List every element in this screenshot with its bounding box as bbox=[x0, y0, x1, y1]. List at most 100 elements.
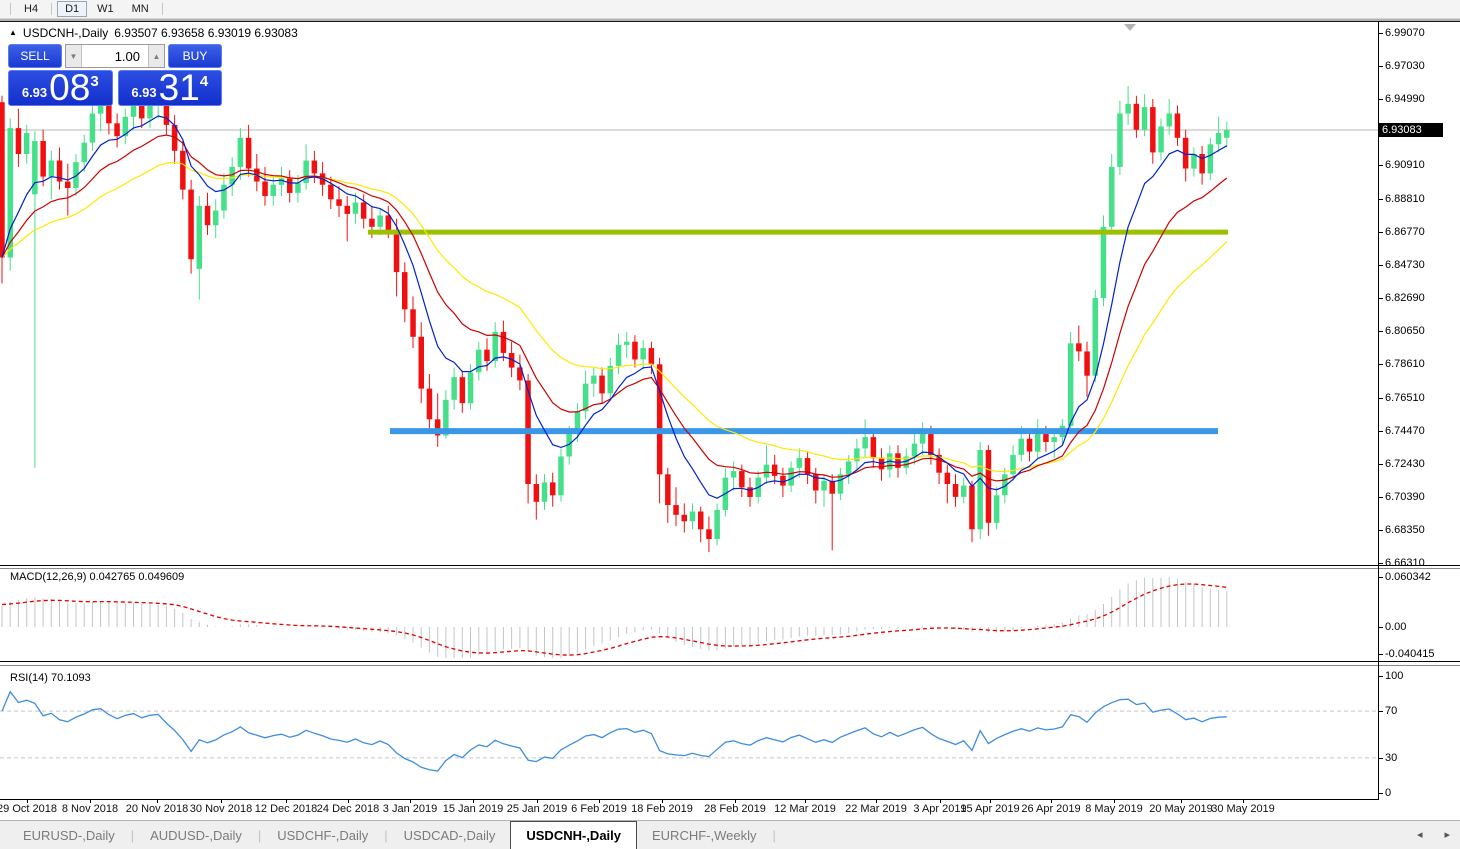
time-axis-label: 26 Apr 2019 bbox=[1021, 803, 1080, 815]
time-axis-label: 24 Dec 2018 bbox=[317, 803, 379, 815]
time-axis-label: 20 May 2019 bbox=[1149, 803, 1213, 815]
current-price-tag: 6.93083 bbox=[1379, 123, 1443, 137]
timeframe-button-h4[interactable]: H4 bbox=[16, 1, 46, 17]
axis-tick bbox=[1379, 298, 1383, 299]
toolbar-separator bbox=[162, 3, 163, 15]
macd-panel-canvas[interactable] bbox=[0, 569, 1378, 661]
axis-tick bbox=[1379, 711, 1383, 712]
axis-label: 6.86770 bbox=[1385, 226, 1425, 238]
chart-tab-usdchf[interactable]: USDCHF-,Daily bbox=[262, 821, 383, 849]
axis-tick bbox=[1379, 497, 1383, 498]
axis-tick bbox=[1379, 431, 1383, 432]
axis-tick bbox=[1379, 364, 1383, 365]
macd-label: MACD(12,26,9) 0.042765 0.049609 bbox=[10, 571, 184, 583]
axis-label: 6.74470 bbox=[1385, 425, 1425, 437]
axis-label: 6.90910 bbox=[1385, 159, 1425, 171]
volume-decrease-icon[interactable]: ▼ bbox=[66, 45, 82, 67]
time-axis-label: 30 May 2019 bbox=[1211, 803, 1275, 815]
axis-tick bbox=[1379, 530, 1383, 531]
ma-slow bbox=[2, 162, 1227, 471]
buy-button[interactable]: BUY bbox=[168, 44, 222, 68]
chart-tab-eurusd[interactable]: EURUSD-,Daily bbox=[8, 821, 130, 849]
axis-label: 6.80650 bbox=[1385, 325, 1425, 337]
rsi-label: RSI(14) 70.1093 bbox=[10, 672, 91, 684]
axis-label: 6.88810 bbox=[1385, 193, 1425, 205]
sell-price-panel[interactable]: 6.93 08 3 bbox=[8, 70, 113, 106]
axis-label: 6.82690 bbox=[1385, 292, 1425, 304]
time-axis-label: 3 Apr 2019 bbox=[913, 803, 966, 815]
time-axis-label: 15 Apr 2019 bbox=[960, 803, 1019, 815]
chart-title: ▲ USDCNH-,Daily 6.93507 6.93658 6.93019 … bbox=[9, 26, 298, 40]
axis-tick bbox=[1379, 563, 1383, 564]
timeframe-toolbar: H4 D1W1MN bbox=[0, 0, 1460, 19]
axis-label: 6.72430 bbox=[1385, 458, 1425, 470]
axis-tick bbox=[1379, 758, 1383, 759]
chart-tab-usdcnh[interactable]: USDCNH-,Daily bbox=[510, 821, 637, 849]
volume-stepper: ▼ 1.00 ▲ bbox=[65, 44, 165, 68]
tab-scroll-left-icon[interactable]: ◂ bbox=[1417, 828, 1423, 841]
collapse-arrow-icon[interactable]: ▲ bbox=[9, 27, 17, 39]
axis-tick bbox=[1379, 66, 1383, 67]
axis-tick bbox=[1379, 265, 1383, 266]
timeframe-button-d1[interactable]: D1 bbox=[57, 1, 87, 17]
axis-label: 6.94990 bbox=[1385, 93, 1425, 105]
time-axis-border bbox=[0, 799, 1379, 800]
axis-label: -0.040415 bbox=[1385, 648, 1435, 660]
rsi-line bbox=[2, 692, 1227, 771]
buy-price-big: 31 bbox=[159, 72, 200, 104]
axis-tick bbox=[1379, 464, 1383, 465]
rsi-panel-canvas[interactable] bbox=[0, 667, 1378, 799]
panel-splitter[interactable] bbox=[0, 661, 1460, 662]
buy-price-panel[interactable]: 6.93 31 4 bbox=[118, 70, 223, 106]
time-axis-label: 29 Oct 2018 bbox=[0, 803, 57, 815]
toolbar-separator bbox=[51, 3, 52, 15]
axis-label: 6.76510 bbox=[1385, 392, 1425, 404]
panel-splitter-shadow bbox=[0, 665, 1460, 666]
axis-tick bbox=[1379, 33, 1383, 34]
time-axis-label: 12 Dec 2018 bbox=[255, 803, 317, 815]
buy-price-prefix: 6.93 bbox=[131, 85, 156, 100]
axis-tick bbox=[1379, 398, 1383, 399]
one-click-trading-widget: SELL ▼ 1.00 ▲ BUY 6.93 08 3 6.93 31 4 bbox=[8, 44, 222, 106]
time-axis-label: 12 Mar 2019 bbox=[774, 803, 836, 815]
chart-tab-bar: EURUSD-,Daily|AUDUSD-,Daily|USDCHF-,Dail… bbox=[0, 820, 1460, 849]
axis-label: 0.00 bbox=[1385, 621, 1406, 633]
axis-label: 0 bbox=[1385, 787, 1391, 799]
timeframe-button-mn[interactable]: MN bbox=[124, 1, 157, 17]
time-axis-label: 25 Jan 2019 bbox=[507, 803, 568, 815]
axis-tick bbox=[1379, 676, 1383, 677]
chart-tab-audusd[interactable]: AUDUSD-,Daily bbox=[135, 821, 257, 849]
axis-label: 0.060342 bbox=[1385, 571, 1431, 583]
tab-scroll-right-icon[interactable]: ▸ bbox=[1444, 828, 1450, 841]
mt4-window: H4 D1W1MN ▲ USDCNH-,Daily 6.93507 6.93658… bbox=[0, 0, 1460, 849]
axis-tick bbox=[1379, 627, 1383, 628]
chart-symbol-period: USDCNH-,Daily bbox=[23, 26, 108, 40]
sell-price-big: 08 bbox=[49, 72, 90, 104]
panel-splitter[interactable] bbox=[0, 565, 1460, 566]
time-axis-label: 3 Jan 2019 bbox=[383, 803, 437, 815]
axis-label: 6.99070 bbox=[1385, 27, 1425, 39]
buy-price-sup: 4 bbox=[200, 73, 208, 90]
time-axis-label: 18 Feb 2019 bbox=[631, 803, 693, 815]
time-axis-label: 22 Mar 2019 bbox=[845, 803, 907, 815]
axis-tick bbox=[1379, 99, 1383, 100]
chart-ohlc-values: 6.93507 6.93658 6.93019 6.93083 bbox=[114, 26, 298, 40]
time-axis-label: 6 Feb 2019 bbox=[571, 803, 627, 815]
axis-tick bbox=[1379, 331, 1383, 332]
axis-label: 6.78610 bbox=[1385, 358, 1425, 370]
tab-scroll-arrows: ◂ ▸ bbox=[1417, 820, 1450, 849]
sell-button[interactable]: SELL bbox=[8, 44, 62, 68]
ma-fast bbox=[2, 116, 1227, 498]
volume-increase-icon[interactable]: ▲ bbox=[148, 45, 164, 67]
volume-input[interactable]: 1.00 bbox=[82, 45, 148, 67]
axis-tick bbox=[1379, 232, 1383, 233]
axis-label: 100 bbox=[1385, 670, 1403, 682]
axis-tick bbox=[1379, 577, 1383, 578]
timeframe-button-w1[interactable]: W1 bbox=[89, 1, 122, 17]
chart-tab-usdcad[interactable]: USDCAD-,Daily bbox=[389, 821, 511, 849]
chart-tab-eurchf[interactable]: EURCHF-,Weekly bbox=[637, 821, 772, 849]
time-axis-label: 8 Nov 2018 bbox=[62, 803, 118, 815]
time-axis-label: 8 May 2019 bbox=[1085, 803, 1142, 815]
axis-tick bbox=[1379, 793, 1383, 794]
axis-label: 30 bbox=[1385, 752, 1397, 764]
